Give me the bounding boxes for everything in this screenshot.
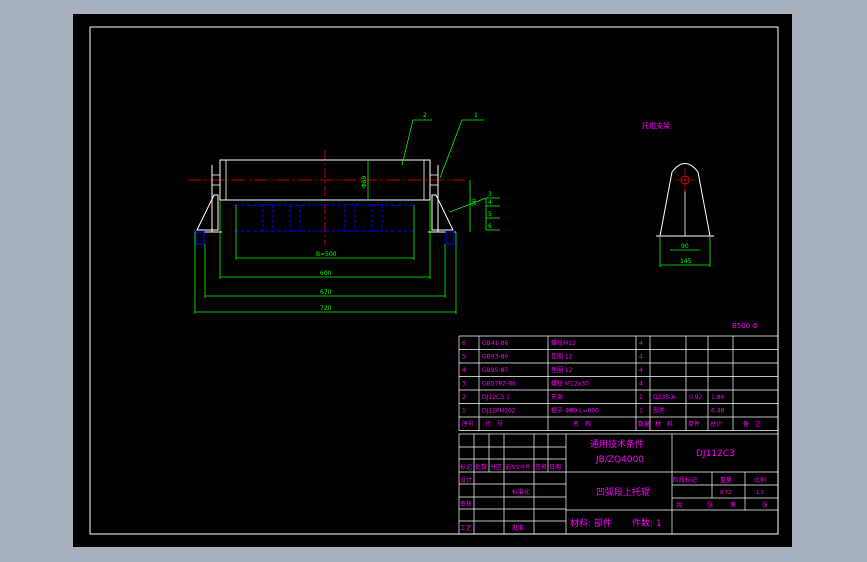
- bom-cell-name: 螺栓 M12x30: [551, 380, 589, 388]
- tb-change-doc: 更改文件号: [505, 464, 530, 471]
- dim-height-small: 90: [471, 198, 478, 206]
- bom-cell-name: 支架: [551, 393, 563, 401]
- side-view-title: 托辊支架: [642, 121, 670, 130]
- tb-count: 处数: [475, 463, 487, 471]
- bom-cell-qty: 4: [639, 367, 643, 374]
- tb-process: 工艺: [460, 524, 472, 532]
- tb-stage-mark: 阶段标记: [673, 476, 697, 484]
- tb-check: 审核: [460, 500, 472, 508]
- bom-cell-qty: 2: [639, 394, 643, 401]
- callout-1: 1: [474, 112, 478, 119]
- tb-std-title: 通用技术条件: [590, 438, 644, 450]
- tb-std-code: JB/ZQ4000: [595, 455, 644, 465]
- side-dim-90: 90: [681, 243, 689, 250]
- tb-material-line: 材料: 部件: [570, 517, 612, 529]
- bom-header-total: 总计: [710, 420, 722, 428]
- tb-mark: 标记: [460, 463, 472, 471]
- bom-header-qty: 数量: [638, 420, 650, 428]
- tb-count-line: 件数: 1: [632, 517, 662, 529]
- tb-sheet: 张: [707, 501, 713, 509]
- bom-cell-name: 辊子 Φ89 L=600: [551, 407, 599, 415]
- bom-cell-code: GB95-87: [482, 367, 508, 374]
- dim-diameter: Φ89: [361, 175, 368, 188]
- bom-cell-no: 6: [462, 340, 466, 347]
- bom-cell-code: GB93-86: [482, 354, 508, 361]
- dim-670: 670: [320, 289, 332, 296]
- bom-cell-unit_wt: 0.92: [689, 394, 703, 401]
- bom-cell-name: 垫圈 12: [551, 366, 573, 374]
- bom-header-material: 材 料: [655, 420, 673, 428]
- tb-scale: 比例: [754, 476, 766, 484]
- bom-cell-no: 3: [462, 381, 466, 388]
- tb-sheets-total: 共: [676, 501, 682, 509]
- side-dim-145: 145: [680, 258, 692, 265]
- bom-cell-qty: 4: [639, 354, 643, 361]
- bom-cell-name: 螺母M12: [551, 339, 576, 347]
- tb-zone: 分区: [490, 463, 502, 471]
- belt-spec: B500 Φ: [732, 322, 758, 330]
- bom-cell-no: 1: [462, 408, 466, 415]
- bom-header-code: 代 号: [485, 420, 503, 428]
- callout-4: 4: [488, 199, 492, 206]
- tb-weight: 重量: [720, 476, 732, 484]
- drawing-sheet: [73, 14, 792, 547]
- bom-cell-total_wt: 1.84: [711, 394, 725, 401]
- bom-cell-qty: 1: [639, 408, 643, 415]
- bom-cell-no: 5: [462, 354, 466, 361]
- tb-approve: 批准: [512, 524, 524, 532]
- bom-header-note: 备 注: [743, 420, 761, 428]
- callout-5: 5: [488, 211, 492, 218]
- tb-design: 设计: [460, 476, 472, 484]
- callout-2: 2: [423, 112, 427, 119]
- bom-cell-code: DJ12PH102: [482, 408, 516, 415]
- bom-cell-material: 部件: [653, 407, 665, 415]
- bom-cell-total_wt: 6.48: [711, 408, 725, 415]
- dim-span-b: B=500: [316, 251, 337, 258]
- tb-scale-val: 1:5: [756, 490, 764, 496]
- dim-720: 720: [320, 305, 332, 312]
- callout-6: 6: [488, 223, 492, 230]
- bom-header-unit: 单件: [688, 420, 700, 428]
- bom-cell-material: Q235-A: [653, 394, 676, 401]
- bom-cell-code: GB5782-86: [482, 381, 516, 388]
- bom-cell-name: 垫圈 12: [551, 353, 573, 361]
- bom-cell-qty: 4: [639, 340, 643, 347]
- tb-sheet-no: 第: [730, 501, 736, 509]
- callout-3: 3: [488, 191, 492, 198]
- tb-sign: 签名: [535, 463, 547, 471]
- tb-drawing-code: DJ112C3: [696, 449, 735, 459]
- bom-cell-code: GB41-86: [482, 340, 508, 347]
- tb-date: 日期: [549, 463, 561, 471]
- bom-cell-no: 4: [462, 367, 466, 374]
- bom-cell-qty: 4: [639, 381, 643, 388]
- bom-cell-code: DJ12C3.1: [482, 394, 510, 401]
- tb-part-name: 凹弧段上托辊: [596, 486, 650, 498]
- bom-header-no: 序号: [462, 420, 474, 428]
- bom-cell-no: 2: [462, 394, 466, 401]
- cad-drawing-canvas: 2 1 3 4 5 6 Φ89 90 B=500 600 670 720 托辊支…: [73, 14, 792, 547]
- bom-header-name: 名 称: [573, 420, 591, 428]
- dim-600: 600: [320, 270, 332, 277]
- tb-weight-val: 8.72: [720, 490, 731, 496]
- tb-sheet2: 张: [762, 501, 768, 509]
- tb-standardize: 标准化: [512, 488, 530, 496]
